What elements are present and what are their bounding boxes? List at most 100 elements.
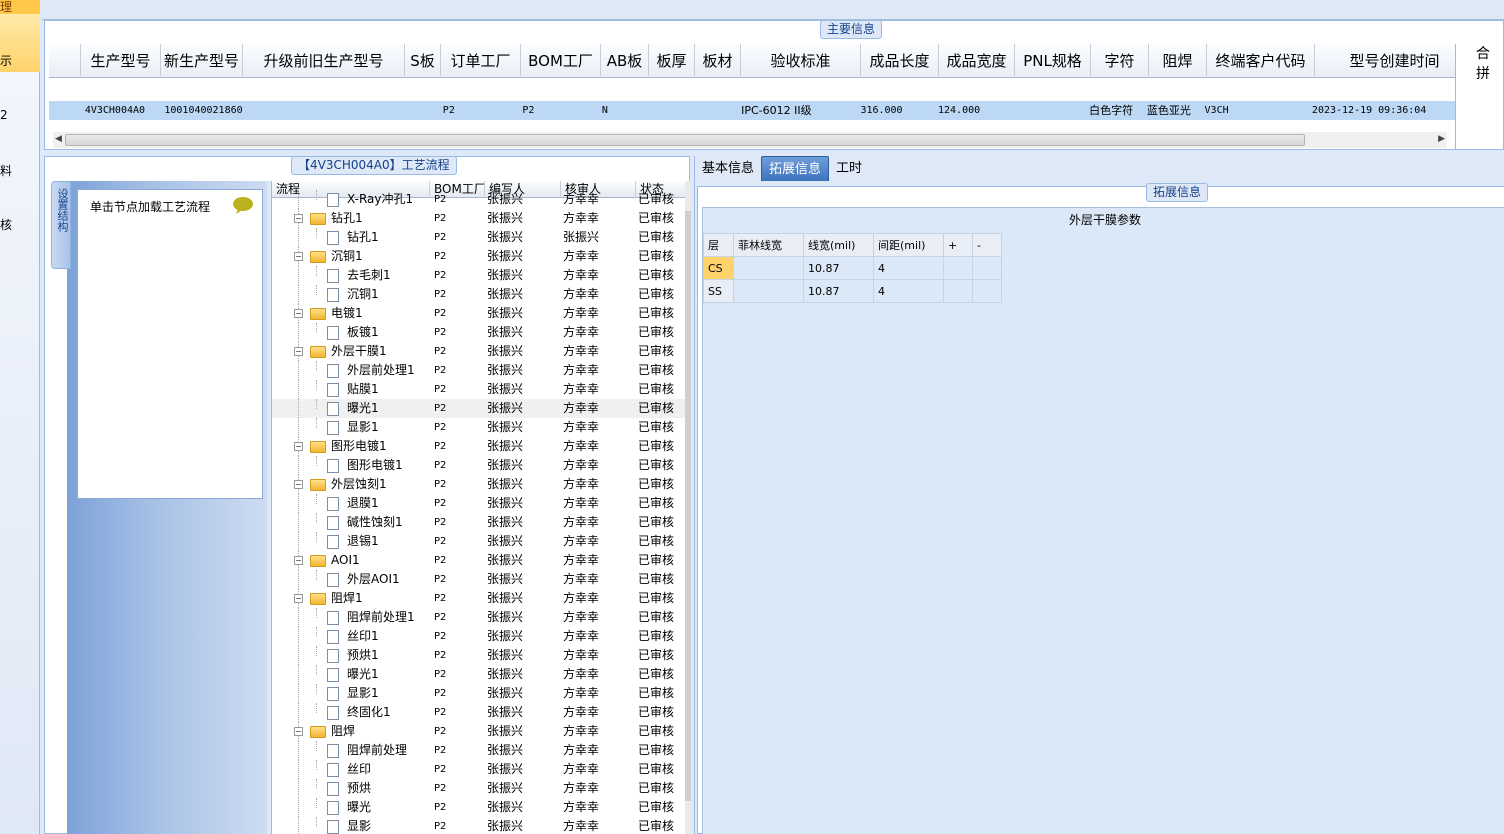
collapse-icon[interactable]: −	[294, 442, 303, 451]
tree-row[interactable]: 外层前处理1 P2 张振兴 方幸幸 已审核	[272, 361, 685, 380]
tab-structure[interactable]: 设置结构	[51, 181, 71, 269]
tree-row[interactable]: 显影1 P2 张振兴 方幸幸 已审核	[272, 684, 685, 703]
column-header[interactable]: AB板	[601, 44, 649, 78]
param-header[interactable]: -	[972, 233, 1002, 257]
tree-node[interactable]: 预烘	[272, 779, 430, 798]
tree-row[interactable]: 阻焊前处理 P2 张振兴 方幸幸 已审核	[272, 741, 685, 760]
tree-node[interactable]: − 外层蚀刻1	[272, 475, 430, 494]
tree-node[interactable]: − 沉铜1	[272, 247, 430, 266]
nav-item-1[interactable]: 示	[0, 14, 40, 72]
tree-node[interactable]: 板镀1	[272, 323, 430, 342]
grid-cell[interactable]	[403, 101, 439, 120]
tree-row[interactable]: 终固化1 P2 张振兴 方幸幸 已审核	[272, 703, 685, 722]
detail-tab[interactable]: 工时	[829, 156, 869, 181]
grid-cell[interactable]: 蓝色亚光	[1143, 101, 1201, 120]
collapse-icon[interactable]: −	[294, 309, 303, 318]
tree-row[interactable]: 板镀1 P2 张振兴 方幸幸 已审核	[272, 323, 685, 342]
collapse-icon[interactable]: −	[294, 480, 303, 489]
loader-box[interactable]: 单击节点加载工艺流程	[77, 189, 263, 499]
tree-row[interactable]: 曝光1 P2 张振兴 方幸幸 已审核	[272, 399, 685, 418]
grid-row[interactable]: 4V3CH004A0 10010400218608 P2 P2 N IPC-6012 II…	[49, 101, 1467, 120]
tree-row[interactable]: − 图形电镀1 P2 张振兴 方幸幸 已审核	[272, 437, 685, 456]
tree-row[interactable]: 碱性蚀刻1 P2 张振兴 方幸幸 已审核	[272, 513, 685, 532]
collapse-icon[interactable]: −	[294, 347, 303, 356]
tree-row[interactable]: − AOI1 P2 张振兴 方幸幸 已审核	[272, 551, 685, 570]
tree-node[interactable]: 显影1	[272, 418, 430, 437]
tree-row[interactable]: 外层AOI1 P2 张振兴 方幸幸 已审核	[272, 570, 685, 589]
column-header[interactable]: S板	[405, 44, 441, 78]
tree-row[interactable]: 钻孔1 P2 张振兴 张振兴 已审核	[272, 228, 685, 247]
tree-row[interactable]: − 阻焊1 P2 张振兴 方幸幸 已审核	[272, 589, 685, 608]
tree-row[interactable]: 阻焊前处理1 P2 张振兴 方幸幸 已审核	[272, 608, 685, 627]
nav-item-4[interactable]: 核	[0, 216, 40, 232]
tree-row[interactable]: − 沉铜1 P2 张振兴 方幸幸 已审核	[272, 247, 685, 266]
tree-row[interactable]: X-Ray冲孔1 P2 张振兴 方幸幸 已审核	[272, 190, 685, 209]
nav-item-3[interactable]: 料	[0, 162, 40, 178]
tree-node[interactable]: 钻孔1	[272, 228, 430, 247]
tree-row[interactable]: 退锡1 P2 张振兴 方幸幸 已审核	[272, 532, 685, 551]
grid-cell[interactable]: 124.000	[934, 101, 1010, 120]
param-cell[interactable]	[972, 279, 1002, 303]
tree-row[interactable]: 曝光 P2 张振兴 方幸幸 已审核	[272, 798, 685, 817]
param-cell[interactable]: CS	[703, 256, 734, 280]
grid-cell[interactable]: P2	[518, 101, 598, 120]
column-header[interactable]: 字符	[1091, 44, 1149, 78]
column-header[interactable]: 升级前旧生产型号	[243, 44, 405, 78]
tree-node[interactable]: 沉铜1	[272, 285, 430, 304]
column-header[interactable]: 成品宽度	[939, 44, 1015, 78]
tree-row[interactable]: − 阻焊 P2 张振兴 方幸幸 已审核	[272, 722, 685, 741]
param-cell[interactable]: SS	[703, 279, 734, 303]
grid-cell[interactable]: 316.000	[856, 101, 934, 120]
scroll-right-icon[interactable]: ▶	[1438, 134, 1445, 144]
tree-node[interactable]: 图形电镀1	[272, 456, 430, 475]
tree-row[interactable]: − 电镀1 P2 张振兴 方幸幸 已审核	[272, 304, 685, 323]
param-cell[interactable]: 10.87	[803, 279, 874, 303]
nav-item-2[interactable]: 2	[0, 108, 40, 124]
tree-row[interactable]: 沉铜1 P2 张振兴 方幸幸 已审核	[272, 285, 685, 304]
collapse-icon[interactable]: −	[294, 727, 303, 736]
tree-row[interactable]: 曝光1 P2 张振兴 方幸幸 已审核	[272, 665, 685, 684]
tree-node[interactable]: 显影	[272, 817, 430, 834]
column-header[interactable]: 订单工厂	[441, 44, 521, 78]
tree-node[interactable]: 外层AOI1	[272, 570, 430, 589]
tree-row[interactable]: 显影1 P2 张振兴 方幸幸 已审核	[272, 418, 685, 437]
tree-node[interactable]: 外层前处理1	[272, 361, 430, 380]
tree-vertical-scrollbar[interactable]	[685, 181, 691, 834]
param-row[interactable]: SS 10.87 4	[703, 279, 1002, 303]
tree-row[interactable]: − 钻孔1 P2 张振兴 方幸幸 已审核	[272, 209, 685, 228]
tree-row[interactable]: 丝印 P2 张振兴 方幸幸 已审核	[272, 760, 685, 779]
column-header[interactable]: 阻焊	[1149, 44, 1207, 78]
param-cell[interactable]	[733, 256, 804, 280]
tree-node[interactable]: 去毛刺1	[272, 266, 430, 285]
tree-node[interactable]: 碱性蚀刻1	[272, 513, 430, 532]
param-cell[interactable]: 4	[873, 256, 944, 280]
tree-node[interactable]: 阻焊前处理1	[272, 608, 430, 627]
tree-row[interactable]: 退膜1 P2 张振兴 方幸幸 已审核	[272, 494, 685, 513]
column-header[interactable]: 成品长度	[861, 44, 939, 78]
column-header[interactable]: 终端客户代码	[1207, 44, 1315, 78]
column-header[interactable]: 验收标准	[741, 44, 861, 78]
param-header[interactable]: +	[943, 233, 973, 257]
tree-row[interactable]: 预烘 P2 张振兴 方幸幸 已审核	[272, 779, 685, 798]
tree-node[interactable]: − 外层干膜1	[272, 342, 430, 361]
tree-node[interactable]: − 电镀1	[272, 304, 430, 323]
tree-row[interactable]: − 外层干膜1 P2 张振兴 方幸幸 已审核	[272, 342, 685, 361]
grid-cell[interactable]: 白色字符	[1085, 101, 1143, 120]
grid-cell[interactable]: 10010400218608	[160, 101, 242, 120]
tree-node[interactable]: 终固化1	[272, 703, 430, 722]
tree-node[interactable]: 阻焊前处理	[272, 741, 430, 760]
grid-cell[interactable]: IPC-6012 II级	[737, 101, 856, 120]
tree-row[interactable]: 贴膜1 P2 张振兴 方幸幸 已审核	[272, 380, 685, 399]
column-header[interactable]: PNL规格	[1015, 44, 1091, 78]
tree-row[interactable]: 预烘1 P2 张振兴 方幸幸 已审核	[272, 646, 685, 665]
tree-node[interactable]: − 图形电镀1	[272, 437, 430, 456]
column-header[interactable]: BOM工厂	[521, 44, 601, 78]
column-header[interactable]: 板厚	[649, 44, 695, 78]
grid-cell[interactable]: 2023-12-19 09:36:04	[1308, 101, 1467, 120]
param-row[interactable]: CS 10.87 4	[703, 256, 1002, 280]
horizontal-scrollbar[interactable]: ◀ ▶	[53, 132, 1447, 148]
column-header[interactable]: 生产型号	[81, 44, 161, 78]
tree-row[interactable]: 图形电镀1 P2 张振兴 方幸幸 已审核	[272, 456, 685, 475]
grid-cell[interactable]	[691, 101, 737, 120]
detail-tab[interactable]: 基本信息	[695, 156, 761, 181]
